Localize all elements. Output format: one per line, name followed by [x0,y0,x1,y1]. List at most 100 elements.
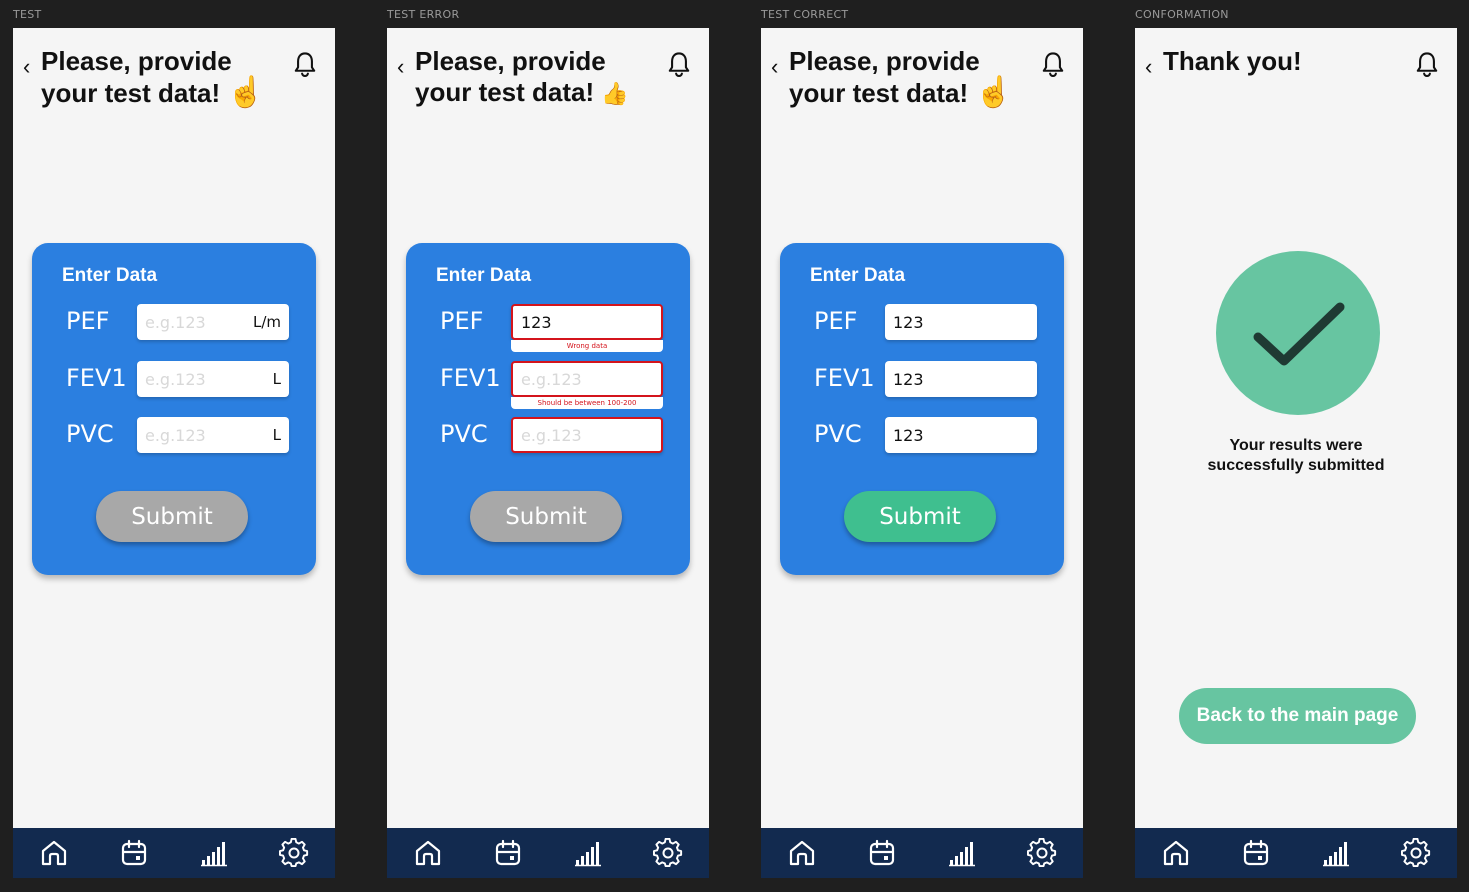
pvc-input[interactable] [885,417,1037,453]
title-line-1: Please, provide [41,46,232,76]
stats-icon [1323,842,1349,867]
bottom-nav [1135,828,1457,878]
back-to-main-button[interactable]: Back to the main page [1179,688,1416,744]
success-message-line-2: successfully submitted [1207,457,1385,474]
settings-icon [1027,837,1057,868]
pef-input[interactable] [513,306,661,338]
pvc-label: PVC [440,420,488,448]
frame-label-conformation: CONFORMATION [1135,8,1229,21]
screen-test-correct: ‹ Please, provide your test data! ☝️ Ent… [761,28,1083,878]
frame-label-test-correct: TEST CORRECT [761,8,849,21]
page-title: Please, provide your test data! ☝️ [41,46,291,109]
thumbs-up-icon: 👍 [601,82,629,107]
pvc-field: L [137,417,289,453]
enter-data-card: Enter Data PEF FEV1 PVC Submit [780,243,1064,575]
title-line-1: Please, provide [415,46,606,76]
nav-stats[interactable] [199,838,229,868]
bottom-nav [387,828,709,878]
nav-settings[interactable] [1027,837,1057,868]
pef-input[interactable] [885,304,1037,340]
bell-icon[interactable] [291,50,319,80]
back-chevron-icon[interactable]: ‹ [1145,56,1152,78]
success-message-line-1: Your results were [1229,437,1363,454]
pef-field: L/m [137,304,289,340]
bell-icon[interactable] [1039,50,1067,80]
fev1-label: FEV1 [440,364,501,392]
fev1-input[interactable] [885,361,1037,397]
pvc-input[interactable] [137,417,289,453]
fev1-label: FEV1 [66,364,127,392]
back-chevron-icon[interactable]: ‹ [771,56,778,78]
fev1-input[interactable] [137,361,289,397]
page-title: Please, provide your test data! 👍 [415,46,665,110]
checkmark-icon [1253,302,1345,366]
bottom-nav [13,828,335,878]
card-title: Enter Data [62,265,158,286]
nav-settings[interactable] [653,837,683,868]
pef-field [885,304,1037,340]
settings-icon [1401,837,1431,868]
title-line-2: your test data! [41,78,221,108]
fev1-field: L [137,361,289,397]
pef-field [511,304,663,340]
stats-icon [949,842,975,867]
nav-stats[interactable] [1321,838,1351,868]
nav-settings[interactable] [279,837,309,868]
pef-label: PEF [440,307,484,335]
nav-calendar[interactable] [1241,838,1271,868]
screen-confirmation: ‹ Thank you! Your results were successfu… [1135,28,1457,878]
fev1-field [511,361,663,397]
submit-button[interactable]: Submit [96,491,248,542]
back-chevron-icon[interactable]: ‹ [397,56,404,78]
pef-label: PEF [66,307,110,335]
calendar-icon [869,839,895,866]
enter-data-card: Enter Data PEF Wrong data FEV1 Should be… [406,243,690,575]
pvc-field [885,417,1037,453]
pointing-hand-icon: ☝️ [227,75,265,110]
title-line-2: your test data! [415,77,595,107]
page-title: Please, provide your test data! ☝️ [789,46,1039,109]
title-line-2: your test data! [789,78,969,108]
home-icon [1163,840,1189,866]
bell-icon[interactable] [1413,50,1441,80]
submit-button[interactable]: Submit [470,491,622,542]
nav-settings[interactable] [1401,837,1431,868]
settings-icon [279,837,309,868]
card-title: Enter Data [436,265,532,286]
submit-button[interactable]: Submit [844,491,996,542]
pef-unit: L/m [252,313,281,331]
pvc-input[interactable] [513,419,661,451]
nav-home[interactable] [413,838,443,868]
fev1-error-message: Should be between 100-200 [511,397,663,409]
frame-label-test-error: TEST ERROR [387,8,460,21]
enter-data-card: Enter Data PEF L/m FEV1 L PVC L Submit [32,243,316,575]
calendar-icon [121,839,147,866]
fev1-unit: L [272,370,281,388]
back-chevron-icon[interactable]: ‹ [23,56,30,78]
nav-stats[interactable] [573,838,603,868]
nav-calendar[interactable] [493,838,523,868]
home-icon [415,840,441,866]
nav-home[interactable] [39,838,69,868]
calendar-icon [1243,839,1269,866]
success-badge [1216,251,1380,415]
stats-icon [201,842,227,867]
nav-home[interactable] [787,838,817,868]
page-title: Thank you! [1163,46,1302,76]
title-line-1: Please, provide [789,46,980,76]
settings-icon [653,837,683,868]
success-message: Your results were successfully submitted [1135,436,1457,476]
nav-calendar[interactable] [867,838,897,868]
screen-test-error: ‹ Please, provide your test data! 👍 Ente… [387,28,709,878]
home-icon [41,840,67,866]
pvc-label: PVC [66,420,114,448]
bell-icon[interactable] [665,50,693,80]
nav-calendar[interactable] [119,838,149,868]
pef-error-message: Wrong data [511,340,663,352]
fev1-input[interactable] [513,363,661,395]
nav-stats[interactable] [947,838,977,868]
pointing-hand-icon: ☝️ [975,75,1013,110]
pvc-unit: L [272,426,281,444]
nav-home[interactable] [1161,838,1191,868]
pvc-label: PVC [814,420,862,448]
